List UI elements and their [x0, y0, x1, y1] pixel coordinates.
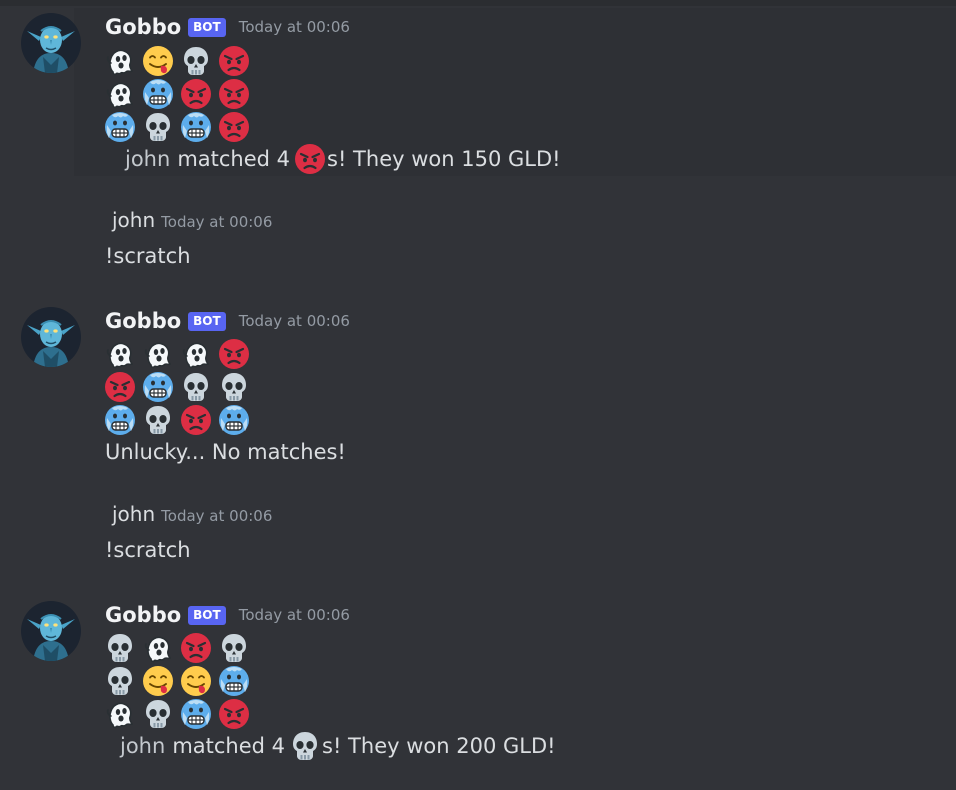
result-text-before: matched 4	[172, 734, 286, 758]
emoji-row	[104, 44, 256, 77]
cold-face-icon	[142, 370, 180, 403]
user-mention[interactable]: john	[120, 734, 165, 758]
bot-avatar[interactable]	[21, 13, 81, 73]
emoji-row	[104, 664, 256, 697]
angry-face-icon	[218, 110, 256, 143]
angry-face-icon	[104, 370, 142, 403]
timestamp: Today at 00:06	[238, 18, 350, 36]
angry-face-icon	[180, 631, 218, 664]
skull-icon	[218, 370, 256, 403]
skull-icon	[104, 631, 142, 664]
result-text-after: s! They won 200 GLD!	[322, 734, 556, 758]
result-line: john matched 4 s! They won 200 GLD!	[120, 730, 556, 762]
timestamp: Today at 00:06	[161, 507, 273, 525]
message-header: john Today at 00:06	[112, 502, 272, 530]
cold-face-icon	[104, 403, 142, 436]
emoji-row	[104, 697, 256, 730]
timestamp: Today at 00:06	[161, 213, 273, 231]
angry-face-icon	[218, 337, 256, 370]
face-savoring-food-icon	[180, 664, 218, 697]
angry-face-icon	[294, 143, 326, 175]
skull-icon	[142, 403, 180, 436]
emoji-grid	[104, 44, 256, 143]
cold-face-icon	[180, 697, 218, 730]
cold-face-icon	[218, 664, 256, 697]
ghost-icon	[104, 337, 142, 370]
bot-tag: BOT	[188, 605, 226, 625]
emoji-row	[104, 370, 256, 403]
skull-icon	[180, 370, 218, 403]
ghost-icon	[142, 337, 180, 370]
emoji-grid	[104, 631, 256, 730]
skull-icon	[104, 664, 142, 697]
message-content: !scratch	[105, 538, 191, 562]
cold-face-icon	[218, 403, 256, 436]
ghost-icon	[104, 77, 142, 110]
skull-icon	[218, 631, 256, 664]
message-header: Gobbo BOT Today at 00:06	[105, 307, 350, 335]
author-name[interactable]: Gobbo	[105, 15, 181, 39]
message-header: Gobbo BOT Today at 00:06	[105, 601, 350, 629]
angry-face-icon	[180, 77, 218, 110]
ghost-icon	[180, 337, 218, 370]
result-text-after: s! They won 150 GLD!	[327, 147, 561, 171]
user-mention[interactable]: john	[125, 147, 170, 171]
cold-face-icon	[104, 110, 142, 143]
author-name[interactable]: john	[112, 502, 155, 526]
skull-icon	[142, 110, 180, 143]
top-strip	[0, 0, 956, 6]
author-name[interactable]: john	[112, 208, 155, 232]
author-name[interactable]: Gobbo	[105, 309, 181, 333]
emoji-row	[104, 403, 256, 436]
bot-tag: BOT	[188, 311, 226, 331]
skull-icon	[142, 697, 180, 730]
timestamp: Today at 00:06	[238, 606, 350, 624]
result-line: Unlucky... No matches!	[105, 440, 346, 464]
result-text-before: matched 4	[177, 147, 291, 171]
angry-face-icon	[218, 77, 256, 110]
message-content: !scratch	[105, 244, 191, 268]
cold-face-icon	[142, 77, 180, 110]
ghost-icon	[104, 697, 142, 730]
emoji-row	[104, 77, 256, 110]
angry-face-icon	[180, 403, 218, 436]
skull-icon	[289, 730, 321, 762]
bot-avatar[interactable]	[21, 307, 81, 367]
emoji-row	[104, 337, 256, 370]
angry-face-icon	[218, 697, 256, 730]
author-name[interactable]: Gobbo	[105, 603, 181, 627]
bot-tag: BOT	[188, 17, 226, 37]
timestamp: Today at 00:06	[238, 312, 350, 330]
bot-avatar[interactable]	[21, 601, 81, 661]
emoji-grid	[104, 337, 256, 436]
emoji-row	[104, 631, 256, 664]
message-header: Gobbo BOT Today at 00:06	[105, 13, 350, 41]
ghost-icon	[104, 44, 142, 77]
ghost-icon	[142, 631, 180, 664]
emoji-row	[104, 110, 256, 143]
face-savoring-food-icon	[142, 44, 180, 77]
angry-face-icon	[218, 44, 256, 77]
cold-face-icon	[180, 110, 218, 143]
face-savoring-food-icon	[142, 664, 180, 697]
skull-icon	[180, 44, 218, 77]
result-line: john matched 4 s! They won 150 GLD!	[125, 143, 561, 175]
message-header: john Today at 00:06	[112, 208, 272, 236]
